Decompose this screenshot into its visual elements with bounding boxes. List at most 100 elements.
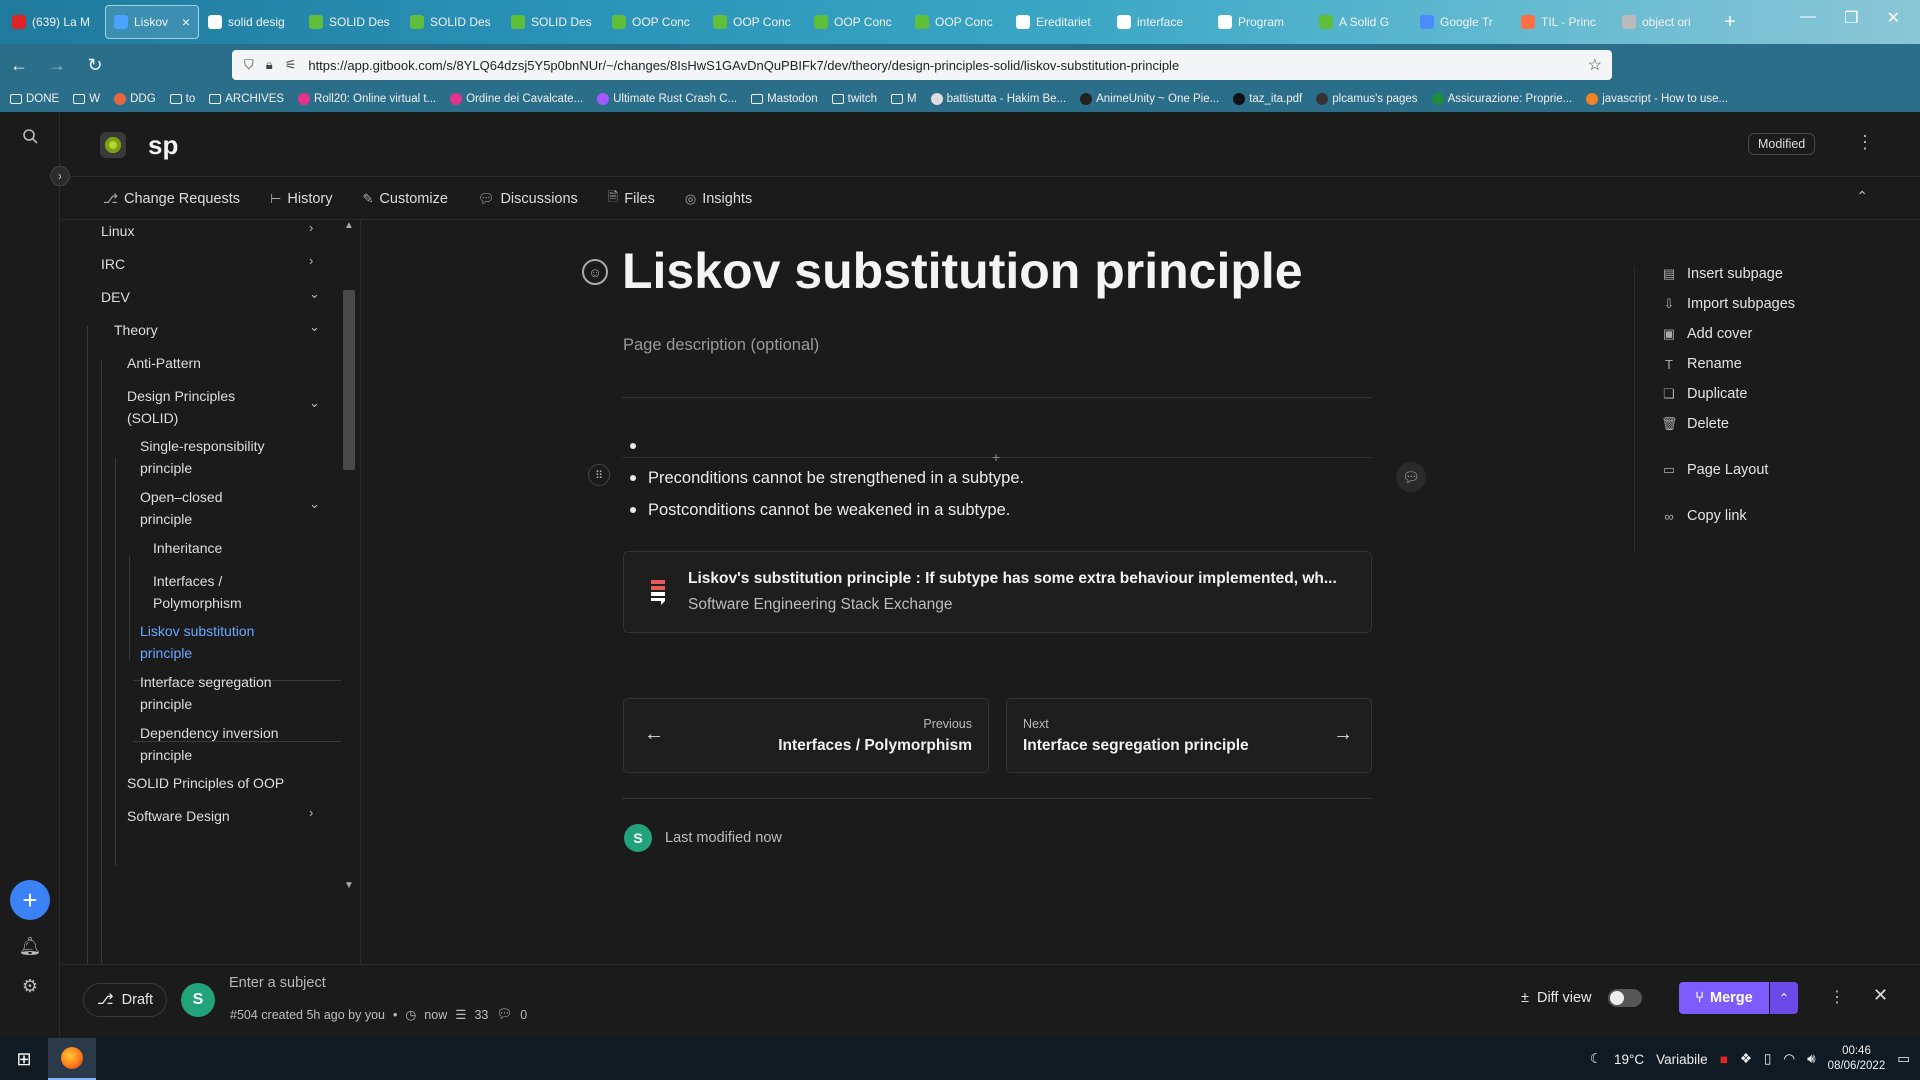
browser-tab[interactable]: TIL - Princ bbox=[1513, 5, 1613, 39]
bookmark-star-icon[interactable]: ☆ bbox=[1588, 55, 1602, 75]
draft-button[interactable]: ⎇ Draft bbox=[83, 983, 167, 1017]
close-icon[interactable]: ✕ bbox=[1873, 985, 1888, 1006]
browser-tab[interactable]: interface bbox=[1109, 5, 1209, 39]
bookmark-item[interactable]: M bbox=[891, 93, 917, 105]
bookmark-item[interactable]: Ultimate Rust Crash C... bbox=[597, 93, 737, 105]
page-title[interactable]: Liskov substitution principle bbox=[622, 242, 1303, 300]
bookmark-item[interactable]: taz_ita.pdf bbox=[1233, 93, 1302, 105]
tree-item[interactable]: Software Design bbox=[127, 805, 230, 827]
browser-tab[interactable]: SOLID Des bbox=[301, 5, 401, 39]
tree-item[interactable]: Liskov substitution principle bbox=[140, 620, 254, 664]
tree-item[interactable]: Interface segregation principle bbox=[140, 671, 272, 715]
merge-options-button[interactable]: ⌃ bbox=[1770, 982, 1798, 1014]
browser-tab[interactable]: OOP Conc bbox=[806, 5, 906, 39]
drag-handle-icon[interactable]: ⠿ bbox=[588, 464, 610, 486]
bookmark-item[interactable]: Roll20: Online virtual t... bbox=[298, 93, 436, 105]
list-item[interactable]: Postconditions cannot be weakened in a s… bbox=[630, 494, 1370, 526]
close-window-icon[interactable]: ✕ bbox=[1887, 8, 1900, 28]
bookmark-item[interactable]: DONE bbox=[10, 93, 59, 105]
action-delete[interactable]: 🗑︎ Delete bbox=[1661, 416, 1729, 432]
tab-files[interactable]: 🗎 Files bbox=[608, 188, 655, 210]
tray-app-icon[interactable]: ■ bbox=[1720, 1052, 1728, 1067]
action-rename[interactable]: T Rename bbox=[1661, 356, 1742, 372]
reload-button[interactable]: ↻ bbox=[76, 55, 114, 76]
tree-item[interactable]: Interfaces / Polymorphism bbox=[153, 570, 242, 614]
tree-item[interactable]: Open–closed principle bbox=[140, 486, 223, 530]
browser-tab[interactable]: Program bbox=[1210, 5, 1310, 39]
forward-button[interactable]: → bbox=[38, 55, 76, 76]
tab-customize[interactable]: ✎ Customize bbox=[363, 191, 448, 207]
chevron-down-icon[interactable]: ⌄ bbox=[309, 395, 320, 411]
add-emoji-button[interactable]: ☺ bbox=[582, 259, 608, 285]
space-logo[interactable] bbox=[100, 132, 126, 158]
add-comment-button[interactable]: 💬︎ bbox=[1396, 462, 1426, 492]
bookmark-item[interactable]: AnimeUnity ~ One Pie... bbox=[1080, 93, 1219, 105]
restore-icon[interactable]: ❐ bbox=[1844, 8, 1858, 28]
browser-tab[interactable]: OOP Conc bbox=[705, 5, 805, 39]
browser-tab[interactable]: OOP Conc bbox=[604, 5, 704, 39]
tree-item[interactable]: Inheritance bbox=[153, 537, 222, 559]
chevron-right-icon[interactable]: › bbox=[309, 253, 313, 268]
next-page-card[interactable]: Next Interface segregation principle → bbox=[1006, 698, 1372, 773]
tree-item[interactable]: Single-responsibility principle bbox=[140, 435, 265, 479]
page-description-input[interactable]: Page description (optional) bbox=[623, 336, 819, 355]
action-duplicate[interactable]: ❏ Duplicate bbox=[1661, 386, 1747, 402]
tab-history[interactable]: ⊢ History bbox=[270, 191, 332, 207]
bookmark-item[interactable]: ARCHIVES bbox=[209, 93, 284, 105]
chevron-right-icon[interactable]: › bbox=[309, 805, 313, 820]
bookmark-item[interactable]: Assicurazione: Proprie... bbox=[1431, 93, 1572, 105]
back-button[interactable]: ← bbox=[0, 55, 38, 76]
toggle-switch[interactable] bbox=[1607, 989, 1642, 1007]
windows-start-icon[interactable]: ⊞ bbox=[0, 1049, 48, 1070]
lock-icon[interactable]: 🔒︎ bbox=[266, 57, 273, 73]
tree-item[interactable]: Anti-Pattern bbox=[127, 352, 201, 374]
bookmark-item[interactable]: W bbox=[73, 93, 100, 105]
browser-tab[interactable]: solid desig bbox=[200, 5, 300, 39]
weather-icon[interactable]: ☾ bbox=[1590, 1051, 1602, 1067]
browser-tab[interactable]: A Solid G bbox=[1311, 5, 1411, 39]
tab-change-requests[interactable]: ⎇ Change Requests bbox=[103, 191, 240, 207]
firefox-taskbar-button[interactable] bbox=[48, 1038, 96, 1080]
browser-tab[interactable]: Ereditariet bbox=[1008, 5, 1108, 39]
merge-button[interactable]: ⑂ Merge bbox=[1679, 982, 1769, 1014]
action-import-subpages[interactable]: ⇩ Import subpages bbox=[1661, 296, 1795, 312]
chevron-down-icon[interactable]: ⌄ bbox=[309, 286, 320, 302]
search-button[interactable] bbox=[12, 118, 48, 154]
action-add-cover[interactable]: ▣ Add cover bbox=[1661, 326, 1752, 342]
shield-icon[interactable]: ⛉ bbox=[244, 57, 254, 73]
notifications-icon[interactable]: ▭ bbox=[1897, 1051, 1910, 1067]
browser-tab[interactable]: Liskov × bbox=[105, 5, 199, 39]
action-page-layout[interactable]: ▭ Page Layout bbox=[1661, 462, 1769, 478]
diff-view-toggle[interactable]: ± Diff view bbox=[1521, 989, 1642, 1007]
bookmark-item[interactable]: Ordine dei Cavalcate... bbox=[450, 93, 583, 105]
subject-input[interactable] bbox=[229, 975, 729, 991]
dropbox-icon[interactable]: ❖ bbox=[1740, 1051, 1752, 1067]
bookmark-item[interactable]: javascript - How to use... bbox=[1586, 93, 1728, 105]
browser-tab[interactable]: object ori bbox=[1614, 5, 1714, 39]
bookmark-item[interactable]: battistutta - Hakim Be... bbox=[930, 93, 1066, 105]
network-icon[interactable]: ◠ bbox=[1783, 1051, 1795, 1067]
url-field[interactable]: ⛉ 🔒︎ ⚟ https://app.gitbook.com/s/8YLQ64d… bbox=[232, 50, 1612, 80]
scroll-up-icon[interactable]: ▲ bbox=[344, 220, 354, 231]
browser-tab[interactable]: SOLID Des bbox=[402, 5, 502, 39]
settings-button[interactable]: ⚙ bbox=[12, 968, 48, 1004]
tab-insights[interactable]: ◎ Insights bbox=[685, 191, 752, 207]
more-options-icon[interactable]: ⋮ bbox=[1856, 132, 1874, 153]
clock[interactable]: 00:46 08/06/2022 bbox=[1828, 1044, 1886, 1074]
tree-item[interactable]: IRC bbox=[101, 253, 125, 275]
minimize-icon[interactable]: — bbox=[1800, 8, 1816, 28]
previous-page-card[interactable]: ← Previous Interfaces / Polymorphism bbox=[623, 698, 989, 773]
chevron-right-icon[interactable]: › bbox=[309, 220, 313, 235]
tab-discussions[interactable]: 💬︎ Discussions bbox=[478, 191, 578, 207]
bookmark-item[interactable]: DDG bbox=[114, 93, 156, 105]
list-item[interactable] bbox=[630, 430, 1370, 462]
bookmark-item[interactable]: plcamus's pages bbox=[1316, 93, 1418, 105]
chevron-down-icon[interactable]: ⌄ bbox=[309, 496, 320, 512]
tree-item[interactable]: Dependency inversion principle bbox=[140, 722, 279, 766]
browser-tab[interactable]: (639) La M bbox=[4, 5, 104, 39]
list-item[interactable]: Preconditions cannot be strengthened in … bbox=[630, 462, 1370, 494]
tree-item[interactable]: Theory bbox=[114, 319, 158, 341]
volume-icon[interactable]: 🔊︎ bbox=[1807, 1051, 1816, 1067]
tree-item[interactable]: Linux bbox=[101, 220, 134, 242]
scroll-down-icon[interactable]: ▼ bbox=[344, 880, 354, 891]
